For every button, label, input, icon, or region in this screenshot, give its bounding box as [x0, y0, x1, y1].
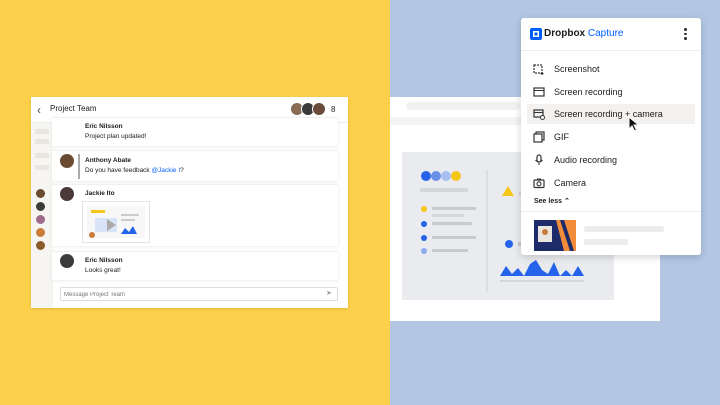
back-arrow-icon[interactable]: ‹: [37, 103, 49, 117]
screen-recording-icon: [533, 87, 545, 97]
menu-header: Dropbox Capture: [521, 18, 701, 51]
gif-icon: [533, 131, 545, 143]
rail-button[interactable]: [35, 139, 49, 144]
menu-item-audio-recording[interactable]: Audio recording: [527, 150, 695, 170]
attachment-preview: [87, 206, 145, 238]
avatar: [60, 254, 74, 268]
screenshot-icon: [533, 64, 544, 75]
message-author: Eric Nilsson: [85, 257, 123, 264]
microphone-icon: [535, 154, 543, 165]
recent-capture-meta-placeholder: [584, 239, 628, 245]
more-options-icon[interactable]: [681, 27, 689, 41]
see-less-toggle[interactable]: See less ⌃: [534, 197, 570, 205]
menu-divider: [521, 211, 701, 212]
left-rail: [31, 123, 53, 308]
message-input[interactable]: [64, 289, 314, 300]
thumbnail-art: [534, 220, 576, 251]
menu-item-screenshot[interactable]: Screenshot: [527, 59, 695, 79]
mouse-cursor-icon: [628, 116, 640, 132]
menu-item-screen-recording[interactable]: Screen recording: [527, 82, 695, 102]
chat-title: Project Team: [50, 104, 97, 113]
attachment-thumbnail[interactable]: [82, 201, 150, 243]
avatar: [60, 187, 74, 201]
message-text: Looks great!: [85, 267, 121, 274]
url-bar: [406, 102, 520, 110]
avatar: [60, 154, 74, 168]
message-author: Jackie Ito: [85, 190, 115, 197]
avatar: [312, 102, 326, 116]
avatar[interactable]: [36, 189, 45, 198]
rail-button[interactable]: [35, 165, 49, 170]
capture-menu: Dropbox Capture Screenshot Screen record…: [521, 18, 701, 255]
recent-capture-title-placeholder: [584, 226, 664, 232]
rail-button[interactable]: [35, 153, 49, 158]
avatar[interactable]: [36, 241, 45, 250]
send-icon[interactable]: ➤: [326, 290, 334, 298]
menu-item-camera[interactable]: Camera: [527, 173, 695, 193]
message-author: Anthony Abate: [85, 157, 131, 164]
menu-item-screen-recording-camera[interactable]: Screen recording + camera: [527, 104, 695, 124]
menu-item-gif[interactable]: GIF: [527, 127, 695, 147]
rail-button[interactable]: [35, 129, 49, 134]
message-text: Project plan updated!: [85, 133, 147, 140]
member-count: 8: [331, 105, 336, 114]
message-text: Do you have feedback @Jackie I?: [85, 167, 184, 174]
reply-indicator: [78, 154, 80, 179]
dropbox-capture-logo: [530, 28, 542, 40]
avatar[interactable]: [36, 215, 45, 224]
avatar[interactable]: [36, 202, 45, 211]
message-author: Eric Nilsson: [85, 123, 123, 130]
avatar[interactable]: [36, 228, 45, 237]
screen-camera-icon: [533, 109, 545, 120]
message-card: [52, 117, 338, 146]
app-title: Dropbox Capture: [544, 28, 624, 39]
recent-capture-thumbnail[interactable]: [534, 220, 576, 251]
message-card: [52, 150, 338, 181]
camera-icon: [533, 178, 545, 189]
message-card: [52, 251, 338, 280]
message-composer: ➤: [60, 287, 338, 301]
